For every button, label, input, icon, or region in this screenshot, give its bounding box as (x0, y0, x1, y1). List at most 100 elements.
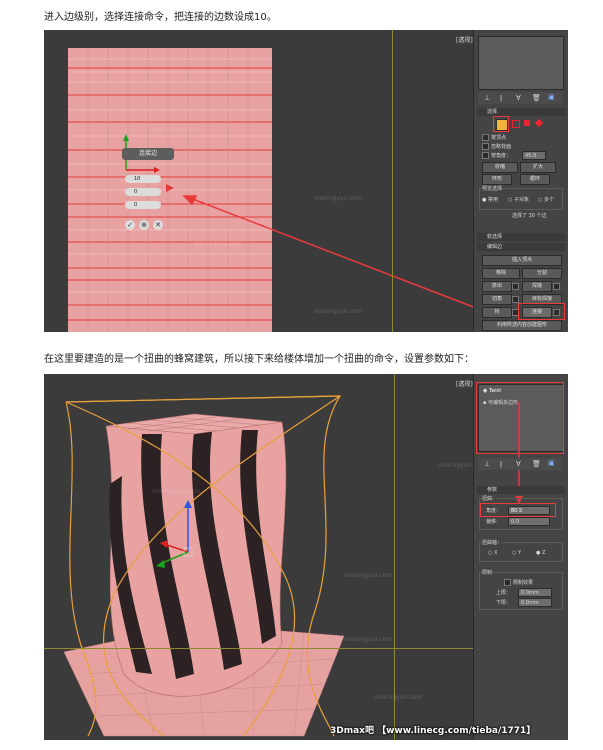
chamfer-button[interactable]: 切角 (482, 294, 512, 305)
axis-x-radio[interactable]: ○ X (488, 550, 497, 556)
rollout-selection[interactable]: 选择 (477, 108, 565, 116)
viewport-horizon-line (44, 648, 514, 649)
site-footer-watermark: 3Dmax吧 【www.linecg.com/tieba/1771】 (330, 726, 536, 736)
show-end-result-icon[interactable]: ǀ (500, 460, 502, 468)
watermark: mexingyun.com (194, 240, 243, 247)
upper-limit-value: 0.0mm (521, 590, 539, 596)
bridge-button[interactable]: 桥 (482, 307, 512, 318)
stack-toolbar: ⊥ ǀ ∀ 🗑 ▣ (478, 92, 562, 104)
modifier-stack-list[interactable] (478, 36, 564, 90)
rollout-soft-selection[interactable]: 软选择 (477, 233, 565, 241)
max-screenshot-connect-edges: 连接边 10 0 0 ✓ ⊕ ✕ mexingyun.com mexingyun… (44, 30, 568, 332)
preview-off-radio[interactable]: ● 禁用 (482, 196, 498, 203)
by-angle-checkbox[interactable] (482, 152, 489, 159)
remove-modifier-icon[interactable]: 🗑 (532, 94, 541, 102)
limit-effect-label: 限制效果 (513, 580, 534, 586)
axis-x-label: X (493, 550, 498, 556)
highlight-edge-level (493, 116, 509, 132)
edge-level-icon[interactable] (512, 120, 520, 128)
bias-value: 0.0 (511, 519, 519, 525)
limits-label: 限制 (482, 569, 493, 576)
pin-stack-icon[interactable]: ⊥ (484, 460, 490, 468)
rollout-parameters[interactable]: 参数 (477, 486, 565, 494)
bias-spinner[interactable]: 0.0 (508, 517, 550, 526)
caddy-slide-field[interactable]: 0 (125, 201, 161, 209)
configure-sets-icon[interactable]: ▣ (548, 459, 555, 467)
axis-z-radio[interactable]: ● Z (536, 550, 545, 556)
preview-selection-label: 预览选择 (482, 185, 503, 192)
axis-y-label: Y (517, 550, 522, 556)
make-unique-icon[interactable]: ∀ (516, 460, 521, 468)
axis-y-radio[interactable]: ○ Y (512, 550, 521, 556)
ignore-backfacing-checkbox[interactable] (482, 143, 489, 150)
upper-limit-spinner[interactable]: 0.0mm (518, 588, 552, 597)
preview-subobj-radio[interactable]: ○ 子对象 (508, 196, 529, 203)
by-angle-value-text: 45.0 (525, 153, 537, 159)
remove-button[interactable]: 移除 (482, 268, 520, 279)
make-unique-icon[interactable]: ∀ (516, 94, 521, 102)
caddy-apply-button[interactable]: ⊕ (139, 220, 149, 230)
by-angle-value[interactable]: 45.0 (522, 151, 546, 160)
watermark: mexingyun.com (344, 572, 393, 579)
rollout-title: 编辑边 (487, 244, 503, 250)
rollout-edit-edges[interactable]: 编辑边 (477, 243, 565, 251)
extrude-settings-icon[interactable] (512, 283, 519, 290)
viewport-divider (394, 374, 395, 740)
upper-limit-label: 上限： (496, 590, 512, 596)
shrink-button[interactable]: 收缩 (482, 162, 518, 173)
caddy-pinch-field[interactable]: 0 (125, 188, 161, 196)
viewport-perspective[interactable]: [透视][真实] mexingyun.com mexingyun.com mex… (44, 374, 514, 740)
selection-status-text: 选择了 30 个边 (512, 213, 547, 219)
lower-limit-value: 0.0mm (521, 600, 539, 606)
preview-multi-radio[interactable]: ○ 多个 (538, 196, 554, 203)
show-end-result-icon[interactable]: ǀ (500, 94, 502, 102)
by-vertex-checkbox[interactable] (482, 134, 489, 141)
viewport-front[interactable]: 连接边 10 0 0 ✓ ⊕ ✕ mexingyun.com mexingyun… (44, 30, 514, 332)
by-vertex-label: 按顶点 (491, 135, 507, 141)
stack-toolbar: ⊥ ǀ ∀ 🗑 ▣ (478, 458, 562, 470)
lower-limit-spinner[interactable]: 0.0mm (518, 598, 552, 607)
weld-settings-icon[interactable] (553, 283, 560, 290)
caddy-segments-field[interactable]: 10 (125, 175, 161, 183)
ring-button[interactable]: 环形 (482, 174, 512, 185)
weld-button[interactable]: 焊接 (522, 281, 552, 292)
watermark: mexingyun.com (150, 126, 199, 133)
loop-button[interactable]: 循环 (520, 174, 550, 185)
border-level-icon[interactable] (524, 120, 530, 126)
extrude-button[interactable]: 挤出 (482, 281, 512, 292)
highlight-connect (518, 303, 565, 320)
insert-vertex-button[interactable]: 插入顶点 (482, 255, 562, 266)
twist-group-label: 扭曲： (482, 495, 498, 502)
preview-off-label: 禁用 (487, 197, 498, 203)
caddy-cancel-button[interactable]: ✕ (153, 220, 163, 230)
rollout-title: 选择 (487, 109, 498, 115)
polygon-level-icon[interactable] (534, 118, 544, 128)
grow-button[interactable]: 扩大 (520, 162, 556, 173)
bias-label: 偏移： (486, 519, 502, 525)
configure-sets-icon[interactable]: ▣ (548, 93, 555, 101)
caddy-ok-button[interactable]: ✓ (125, 220, 135, 230)
preview-subobj-label: 子对象 (513, 197, 529, 203)
pin-stack-icon[interactable]: ⊥ (484, 94, 490, 102)
rollout-title: 参数 (487, 487, 498, 493)
preview-multi-label: 多个 (543, 197, 554, 203)
command-panel: ⊥ ǀ ∀ 🗑 ▣ 选择 按顶点 忽略背面 按角度： 45.0 收缩 扩大 环形… (473, 30, 568, 332)
viewport-divider (392, 30, 393, 332)
remove-modifier-icon[interactable]: 🗑 (532, 460, 541, 468)
by-angle-label: 按角度： (491, 153, 512, 159)
caption-step2: 在这里要建造的是一个扭曲的蜂窝建筑，所以接下来给楼体增加一个扭曲的命令，设置参数… (44, 354, 474, 365)
watermark: mexingyun.com (152, 488, 201, 495)
caption-step1: 进入边级别，选择连接命令，把连接的边数设成10。 (44, 12, 277, 23)
create-shape-button[interactable]: 利用所选内容创建图形 (482, 320, 562, 331)
rollout-title: 软选择 (487, 234, 503, 240)
chamfer-settings-icon[interactable] (512, 296, 519, 303)
split-button[interactable]: 分割 (522, 268, 562, 279)
axis-z-label: Z (541, 550, 546, 556)
watermark: mexingyun.com (374, 694, 423, 701)
viewport-canvas (63, 395, 345, 737)
watermark: mexingyun.com (314, 308, 363, 315)
limit-effect-checkbox[interactable] (504, 579, 511, 586)
command-panel: ◉ Twist ▪ 可编辑多边形 ⊥ ǀ ∀ 🗑 ▣ 参数 扭曲： 角度： 80… (473, 374, 568, 740)
highlight-angle (480, 503, 556, 517)
ignore-backfacing-label: 忽略背面 (491, 144, 512, 150)
